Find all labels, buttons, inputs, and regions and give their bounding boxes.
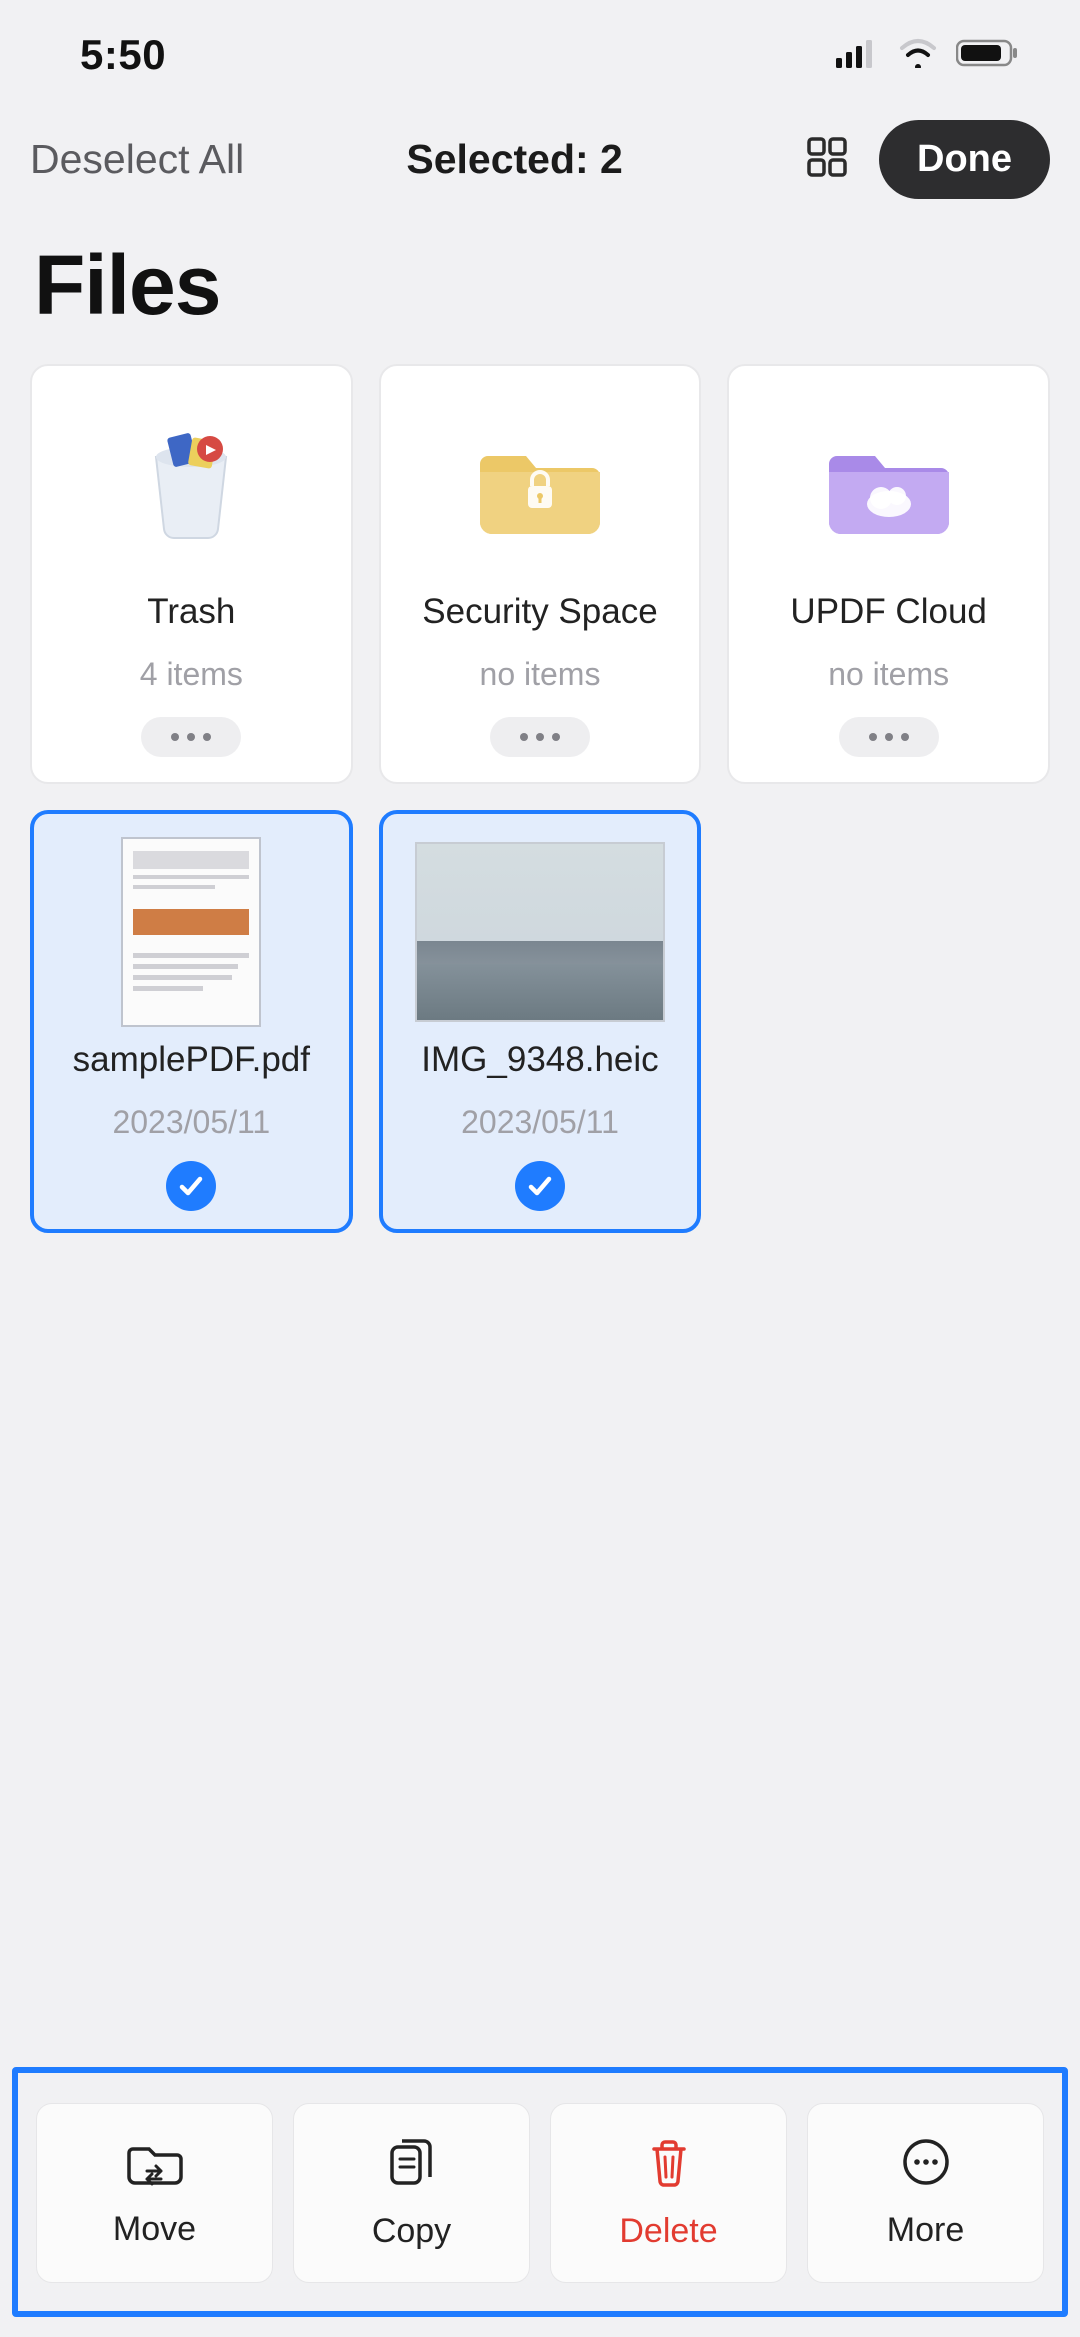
move-button[interactable]: Move [36, 2103, 273, 2283]
image-thumbnail [415, 842, 665, 1022]
cloud-folder-icon [819, 394, 959, 574]
status-bar: 5:50 [0, 0, 1080, 110]
copy-icon [384, 2135, 440, 2194]
deselect-all-button[interactable]: Deselect All [30, 136, 244, 183]
selection-toolbar: Deselect All Selected: 2 Done [0, 110, 1080, 219]
wifi-icon [898, 38, 938, 73]
folder-name: UPDF Cloud [790, 592, 986, 632]
bottom-action-bar: Move Copy [12, 2067, 1068, 2317]
action-label: Move [113, 2210, 196, 2249]
more-circle-icon [900, 2136, 952, 2193]
file-name: samplePDF.pdf [73, 1040, 310, 1080]
page-title: Files [0, 219, 1080, 364]
selected-checkmark-icon [166, 1161, 216, 1211]
folder-item-count: no items [480, 656, 601, 693]
folder-name: Security Space [422, 592, 657, 632]
more-icon[interactable] [490, 717, 590, 757]
copy-button[interactable]: Copy [293, 2103, 530, 2283]
status-time: 5:50 [80, 31, 166, 79]
action-label: Delete [619, 2212, 717, 2251]
folder-card-security-space[interactable]: Security Space no items [379, 364, 702, 784]
file-card-img9348[interactable]: IMG_9348.heic 2023/05/11 [379, 810, 702, 1233]
file-card-samplepdf[interactable]: samplePDF.pdf 2023/05/11 [30, 810, 353, 1233]
pdf-thumbnail [121, 842, 261, 1022]
locked-folder-icon [470, 394, 610, 574]
done-button[interactable]: Done [879, 120, 1050, 199]
file-date: 2023/05/11 [461, 1104, 619, 1141]
action-label: More [887, 2211, 964, 2250]
folder-card-updf-cloud[interactable]: UPDF Cloud no items [727, 364, 1050, 784]
folder-card-trash[interactable]: Trash 4 items [30, 364, 353, 784]
file-date: 2023/05/11 [112, 1104, 270, 1141]
delete-button[interactable]: Delete [550, 2103, 787, 2283]
folder-item-count: no items [828, 656, 949, 693]
status-indicators [836, 38, 1020, 73]
selected-checkmark-icon [515, 1161, 565, 1211]
trash-icon [644, 2135, 694, 2194]
trash-icon [126, 394, 256, 574]
battery-icon [956, 38, 1020, 73]
more-icon[interactable] [839, 717, 939, 757]
more-icon[interactable] [141, 717, 241, 757]
file-name: IMG_9348.heic [421, 1040, 658, 1080]
more-button[interactable]: More [807, 2103, 1044, 2283]
grid-view-icon[interactable] [805, 135, 849, 184]
move-icon [127, 2137, 183, 2192]
selection-count-label: Selected: 2 [244, 136, 785, 183]
files-grid: Trash 4 items Security Space no items [0, 364, 1080, 1233]
folder-name: Trash [147, 592, 235, 632]
action-label: Copy [372, 2212, 451, 2251]
cellular-icon [836, 38, 880, 73]
folder-item-count: 4 items [140, 656, 243, 693]
